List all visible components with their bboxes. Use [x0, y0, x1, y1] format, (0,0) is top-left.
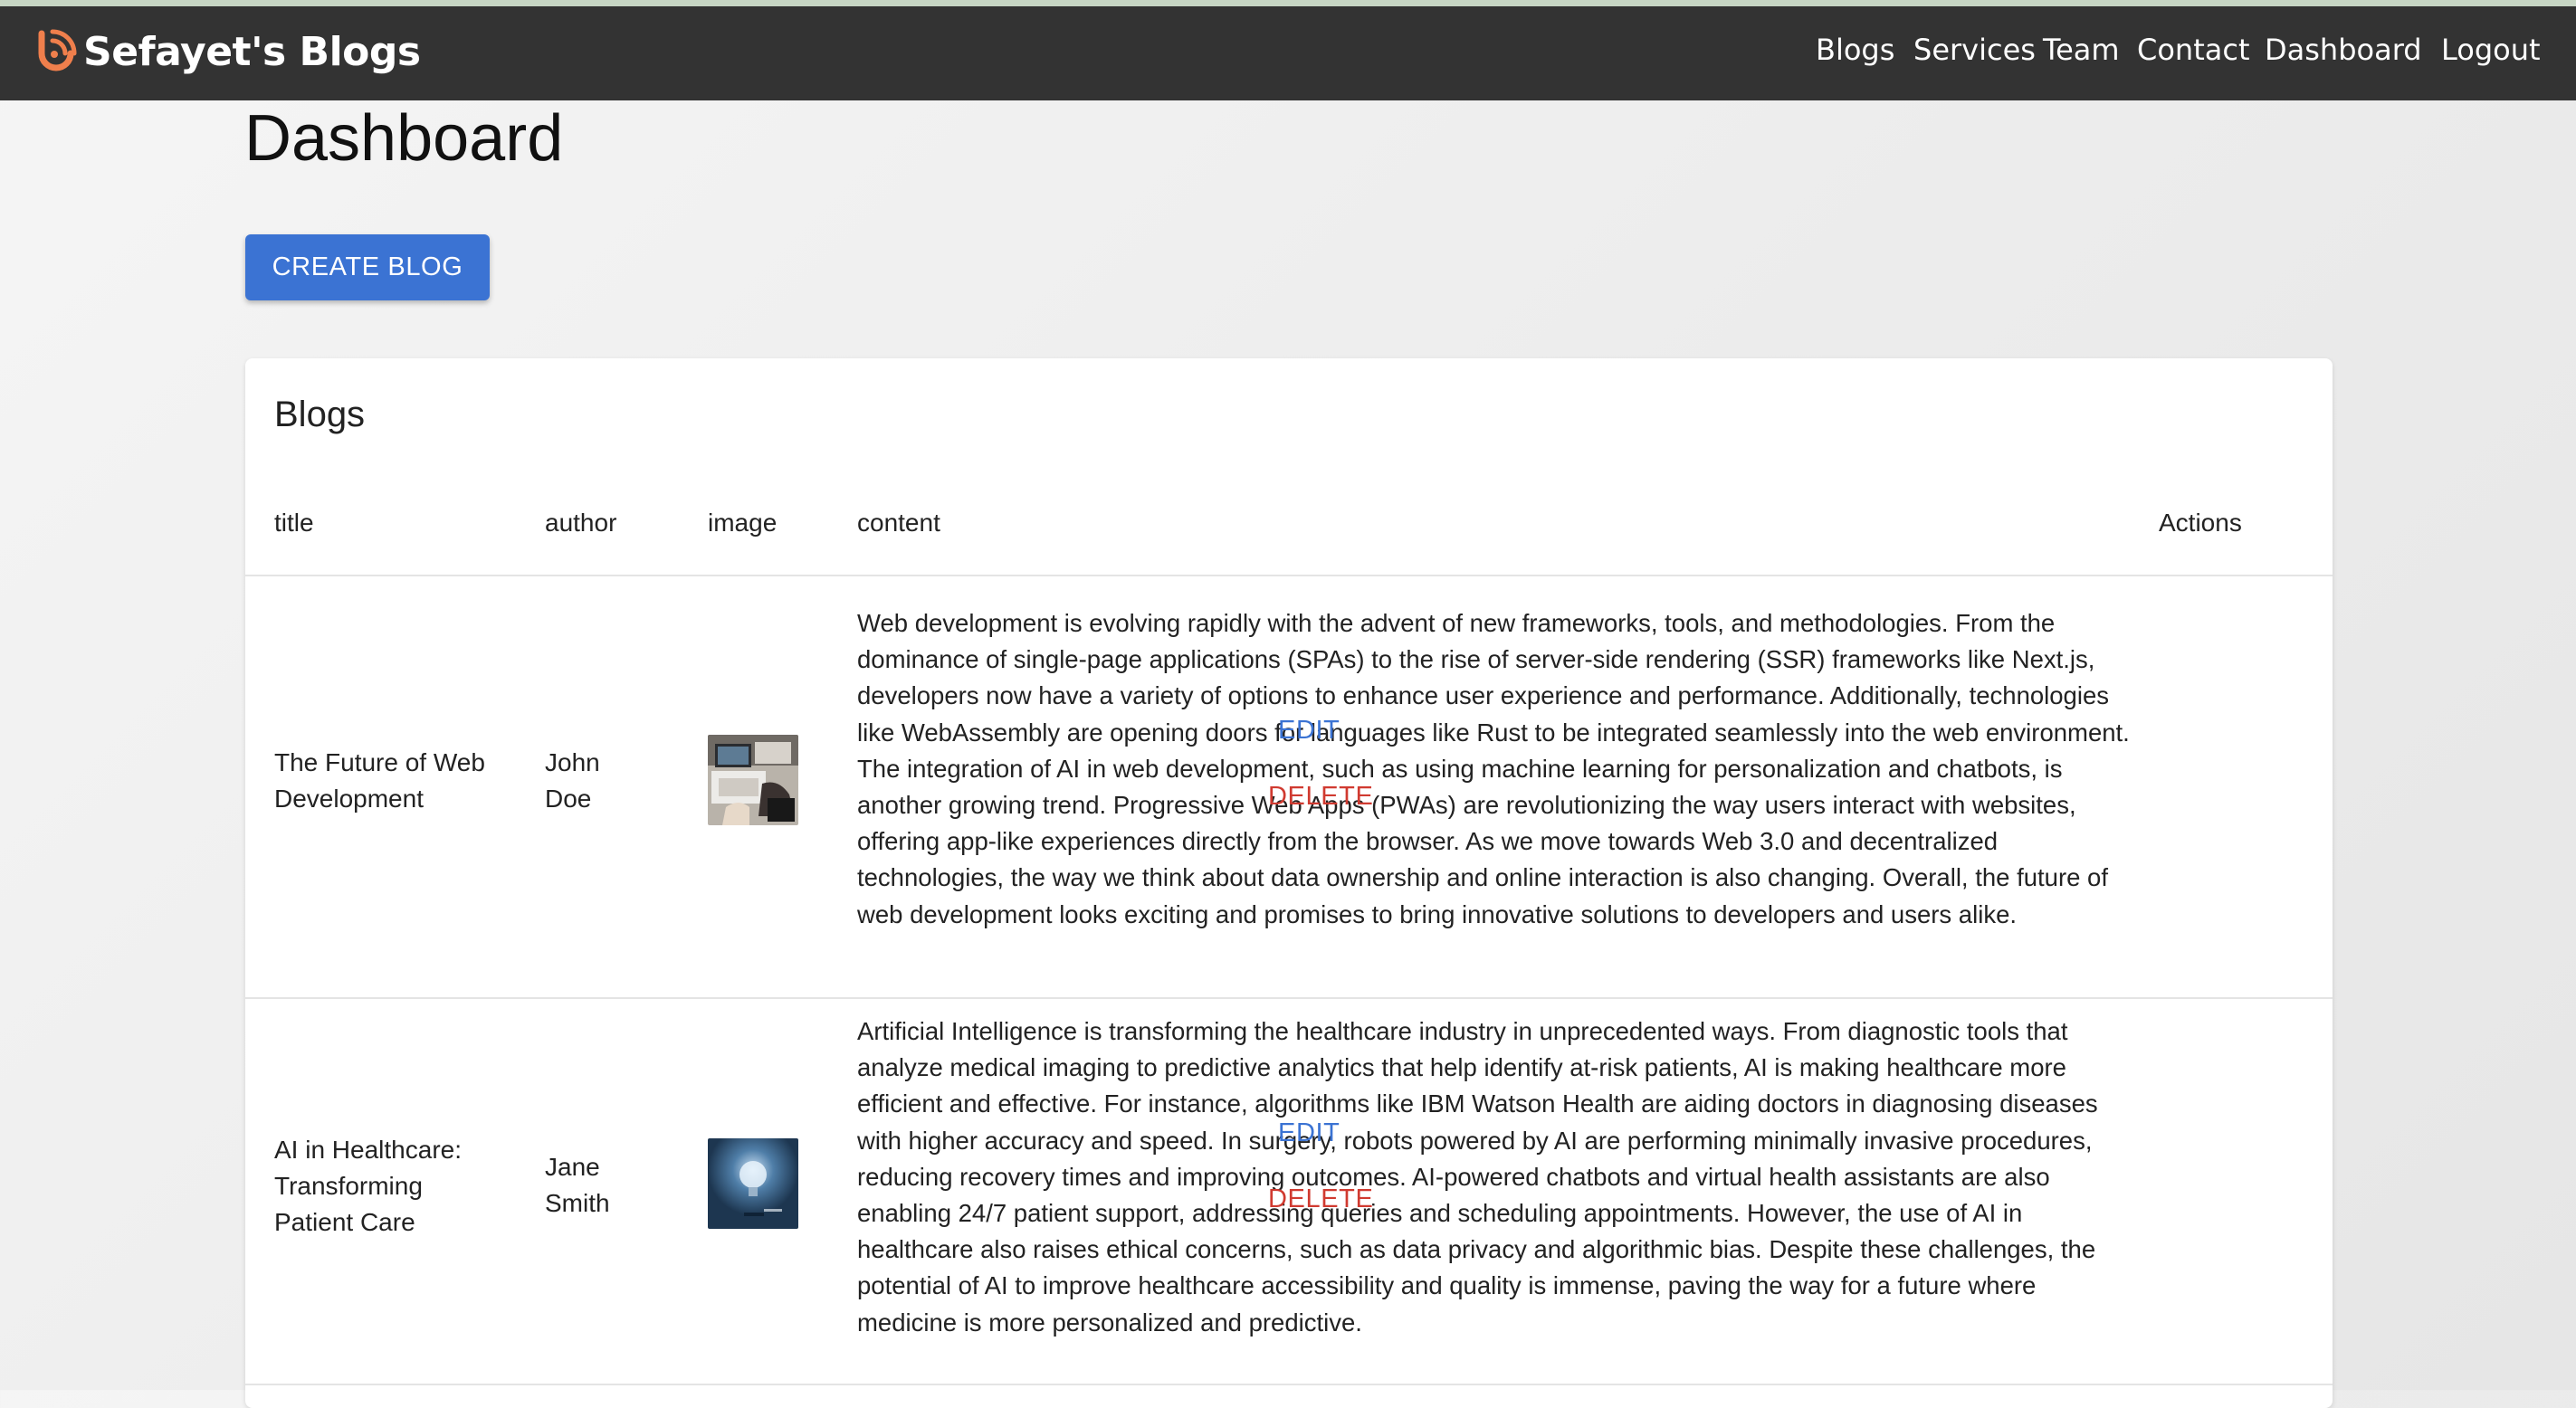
- row-content: Artificial Intelligence is transforming …: [857, 1017, 2098, 1337]
- row-author: John Doe: [545, 748, 600, 813]
- delete-button[interactable]: DELETE: [1268, 782, 1373, 812]
- table-row: AI in Healthcare: Transforming Patient C…: [245, 999, 2333, 1385]
- column-header-actions: Actions: [2159, 509, 2242, 537]
- window-top-border: [0, 0, 2576, 6]
- column-header-image: image: [708, 509, 778, 537]
- nav-links: Blogs Services Team Contact Dashboard Lo…: [0, 6, 2576, 100]
- nav-link-blogs[interactable]: Blogs: [1816, 33, 1894, 67]
- nav-link-logout[interactable]: Logout: [2441, 33, 2541, 67]
- nav-link-services[interactable]: Services: [1913, 33, 2036, 67]
- row-content: Web development is evolving rapidly with…: [857, 609, 2130, 928]
- laptop-workspace-thumbnail: [708, 735, 798, 825]
- nav-link-team[interactable]: Team: [2043, 33, 2120, 67]
- nav-link-contact[interactable]: Contact: [2137, 33, 2250, 67]
- blogs-table-card: Blogs title author image content Actions…: [245, 358, 2333, 1408]
- edit-button[interactable]: EDIT: [1278, 1118, 1340, 1148]
- row-author: Jane Smith: [545, 1153, 610, 1217]
- row-title: AI in Healthcare: Transforming Patient C…: [274, 1136, 462, 1236]
- page-title: Dashboard: [244, 102, 564, 175]
- nav-link-dashboard[interactable]: Dashboard: [2265, 33, 2422, 67]
- row-title: The Future of Web Development: [274, 748, 485, 813]
- delete-button[interactable]: DELETE: [1268, 1184, 1373, 1214]
- edit-button[interactable]: EDIT: [1278, 716, 1340, 746]
- table-row: The Future of Web Development John Doe W…: [245, 576, 2333, 999]
- row-image-thumbnail: [708, 1138, 798, 1229]
- row-image-thumbnail: [708, 735, 798, 825]
- column-header-title: title: [274, 509, 314, 537]
- table-heading: Blogs: [274, 395, 366, 434]
- column-header-author: author: [545, 509, 617, 537]
- column-header-content: content: [857, 509, 940, 537]
- lightbulb-thumbnail: [708, 1138, 798, 1229]
- navbar: Sefayet's Blogs Blogs Services Team Cont…: [0, 6, 2576, 100]
- create-blog-button[interactable]: CREATE BLOG: [245, 234, 490, 300]
